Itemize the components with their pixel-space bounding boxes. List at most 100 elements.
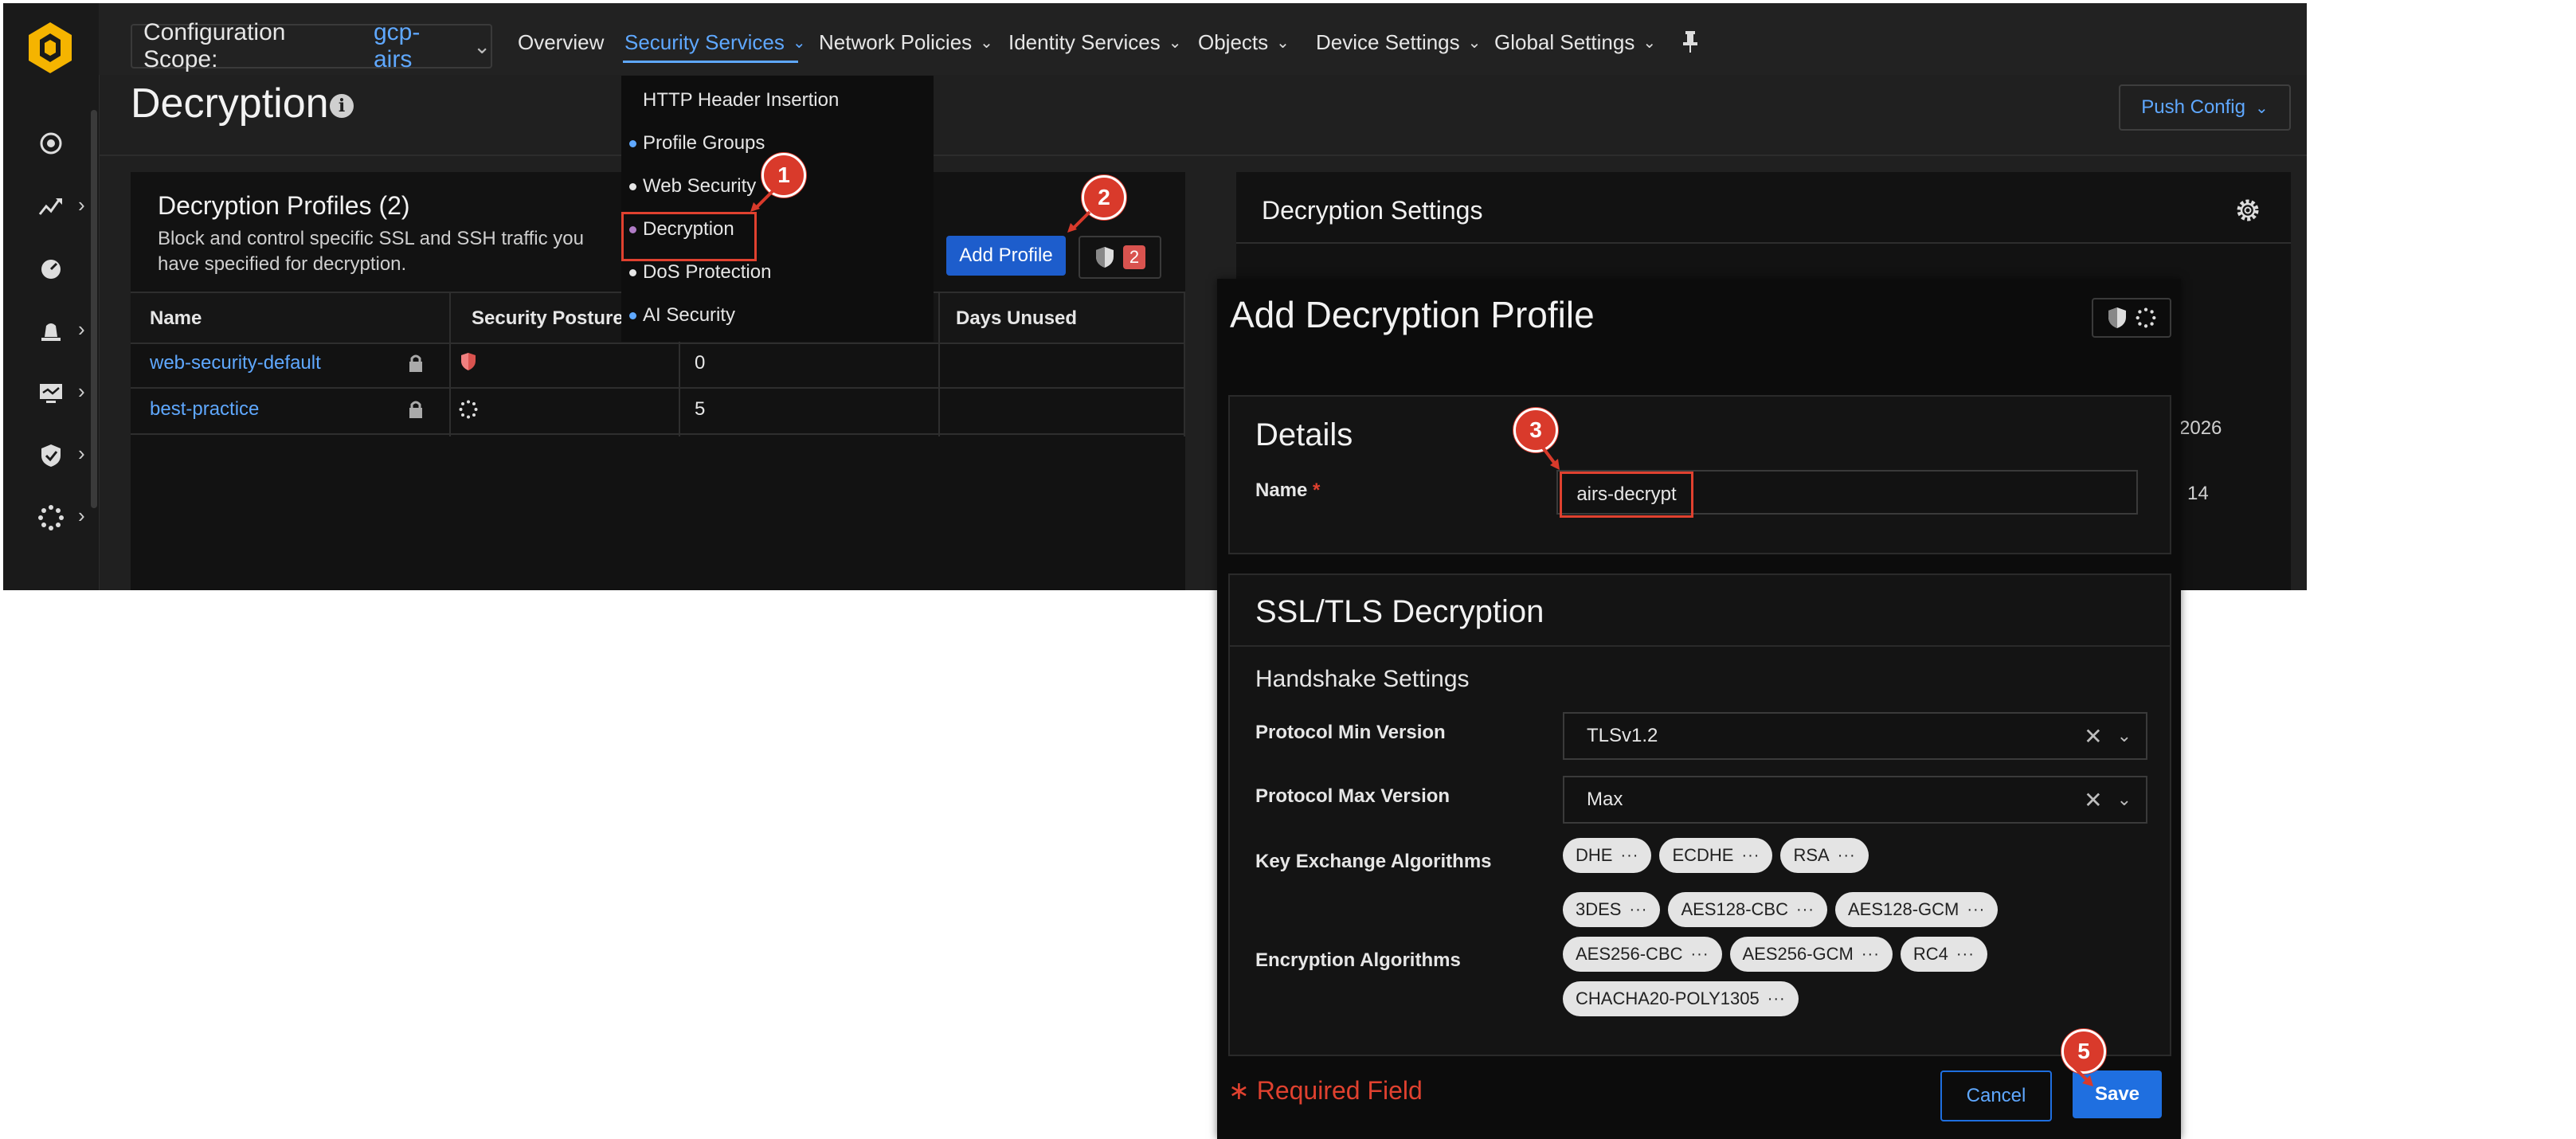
tag-chip[interactable]: RC4 ··· (1900, 937, 1987, 972)
menu-dot (629, 268, 636, 276)
lock-icon (409, 354, 422, 372)
column-header-days-unused[interactable]: Days Unused (956, 307, 1077, 330)
chevron-down-icon[interactable]: ⌄ (2117, 726, 2132, 746)
profiles-title: Decryption Profiles (2) (158, 191, 410, 220)
add-profile-button[interactable]: Add Profile (946, 236, 1066, 276)
tag-label: AES128-CBC (1681, 899, 1788, 919)
chevron-down-icon[interactable]: ⌄ (2117, 789, 2132, 810)
more-icon[interactable]: ··· (1862, 945, 1880, 964)
menu-dot (629, 139, 636, 147)
tag-label: ECDHE (1672, 845, 1734, 865)
tag-chip[interactable]: AES256-GCM ··· (1729, 937, 1893, 972)
column-header-security-posture[interactable]: Security Posture (472, 307, 624, 330)
pin-icon[interactable] (1679, 29, 1701, 54)
clear-icon[interactable]: ✕ (2084, 787, 2102, 813)
nav-identity-services[interactable]: Identity Services ⌄ (1008, 30, 1182, 55)
loading-circle-icon[interactable] (33, 500, 69, 535)
more-icon[interactable]: ··· (1956, 945, 1975, 964)
tag-chip[interactable]: CHACHA20-POLY1305 ··· (1563, 981, 1799, 1016)
nav-label: Global Settings (1494, 30, 1635, 54)
tag-label: AES256-GCM (1742, 944, 1854, 964)
more-icon[interactable]: ··· (1691, 945, 1709, 964)
callout-arrow-icon (750, 190, 774, 212)
row-value: 5 (695, 398, 706, 420)
table-row[interactable]: web-security-default 0 (131, 341, 1185, 389)
menu-item-label: HTTP Header Insertion (643, 89, 840, 111)
count-badge: 2 (1123, 245, 1145, 269)
scope-value: gcp-airs (374, 19, 421, 72)
nav-device-settings[interactable]: Device Settings ⌄ (1316, 30, 1481, 55)
clear-icon[interactable]: ✕ (2084, 723, 2102, 750)
add-decryption-profile-dialog: Add Decryption Profile Details Name * ai… (1217, 279, 2181, 1139)
tag-chip[interactable]: DHE ··· (1563, 838, 1652, 873)
menu-item-ai-security[interactable]: AI Security (621, 294, 934, 337)
min-version-select[interactable]: TLSv1.2 ✕ ⌄ (1563, 712, 2147, 760)
more-icon[interactable]: ··· (1629, 901, 1647, 919)
menu-dot (629, 311, 636, 319)
profile-name-link[interactable]: best-practice (150, 398, 259, 421)
alert-icon[interactable] (33, 314, 69, 349)
settings-chevron-icon[interactable]: › (78, 505, 92, 526)
menu-item-http-header-insertion[interactable]: HTTP Header Insertion (621, 79, 934, 122)
more-icon[interactable]: ··· (1838, 847, 1856, 865)
more-icon[interactable]: ··· (1796, 901, 1815, 919)
settings-divider (1236, 242, 2291, 244)
settings-peek-value: 14 (2187, 483, 2209, 504)
nav-overview[interactable]: Overview (518, 30, 604, 55)
more-icon[interactable]: ··· (1967, 901, 1985, 919)
decryption-highlight-box (621, 212, 757, 261)
name-input-value[interactable]: airs-decrypt (1560, 472, 1693, 518)
gauge-icon[interactable] (33, 252, 69, 287)
posture-toggle[interactable] (2092, 298, 2171, 338)
dialog-title: Add Decryption Profile (1230, 294, 1595, 335)
nav-global-settings[interactable]: Global Settings ⌄ (1494, 30, 1656, 55)
chevron-down-icon: ⌄ (473, 33, 491, 58)
more-icon[interactable]: ··· (1768, 990, 1786, 1008)
app-logo-icon[interactable] (25, 21, 75, 75)
encryption-label: Encryption Algorithms (1255, 949, 1461, 971)
nav-label: Device Settings (1316, 30, 1460, 54)
tag-chip[interactable]: 3DES ··· (1563, 892, 1661, 927)
dashboard-icon[interactable] (33, 126, 69, 161)
tag-chip[interactable]: RSA ··· (1780, 838, 1869, 873)
table-row[interactable]: best-practice 5 (131, 387, 1185, 435)
callout-arrow-icon (2071, 1064, 2093, 1086)
shield-check-icon[interactable] (33, 438, 69, 473)
nav-network-policies[interactable]: Network Policies ⌄ (819, 30, 993, 55)
tag-label: RSA (1793, 845, 1830, 865)
analytics-icon[interactable] (33, 190, 69, 225)
info-icon[interactable]: i (330, 94, 354, 118)
sidebar: › › › › › (3, 3, 100, 590)
max-version-select[interactable]: Max ✕ ⌄ (1563, 776, 2147, 824)
encryption-tags-row-3: CHACHA20-POLY1305 ··· (1563, 981, 1799, 1016)
menu-item-label: Profile Groups (643, 132, 765, 154)
chevron-down-icon: ⌄ (1642, 34, 1657, 52)
sidebar-scrollbar[interactable] (91, 110, 97, 508)
scope-selector[interactable]: Configuration Scope: gcp-airs ⌄ (131, 19, 492, 72)
tag-chip[interactable]: AES128-GCM ··· (1834, 892, 1999, 927)
nav-objects[interactable]: Objects ⌄ (1198, 30, 1290, 55)
tag-chip[interactable]: AES128-CBC ··· (1668, 892, 1827, 927)
more-icon[interactable]: ··· (1620, 847, 1638, 865)
monitor-icon[interactable] (33, 376, 69, 411)
profiles-description: Block and control specific SSL and SSH t… (158, 228, 584, 275)
tag-label: AES256-CBC (1576, 944, 1683, 964)
details-header: Details (1255, 417, 1353, 452)
chevron-down-icon: ⌄ (980, 34, 993, 52)
tag-chip[interactable]: ECDHE ··· (1659, 838, 1773, 873)
gear-icon[interactable] (2233, 196, 2262, 225)
more-icon[interactable]: ··· (1741, 847, 1760, 865)
name-label-text: Name (1255, 479, 1308, 501)
scope-label: Configuration Scope: (143, 19, 286, 72)
encryption-tags-row-1: 3DES ··· AES128-CBC ··· AES128-GCM ··· (1563, 892, 1999, 927)
posture-shield-icon (461, 353, 476, 370)
tag-chip[interactable]: AES256-CBC ··· (1563, 937, 1722, 972)
min-version-label: Protocol Min Version (1255, 722, 1446, 743)
push-config-button[interactable]: Push Config ⌄ (2119, 84, 2291, 131)
profile-name-link[interactable]: web-security-default (150, 352, 321, 374)
cancel-button[interactable]: Cancel (1940, 1071, 2052, 1121)
required-field-note: ∗ Required Field (1228, 1076, 1423, 1105)
column-header-name[interactable]: Name (150, 307, 202, 330)
nav-security-services[interactable]: Security Services ⌄ (624, 30, 806, 55)
posture-filter-button[interactable]: 2 (1079, 236, 1161, 279)
